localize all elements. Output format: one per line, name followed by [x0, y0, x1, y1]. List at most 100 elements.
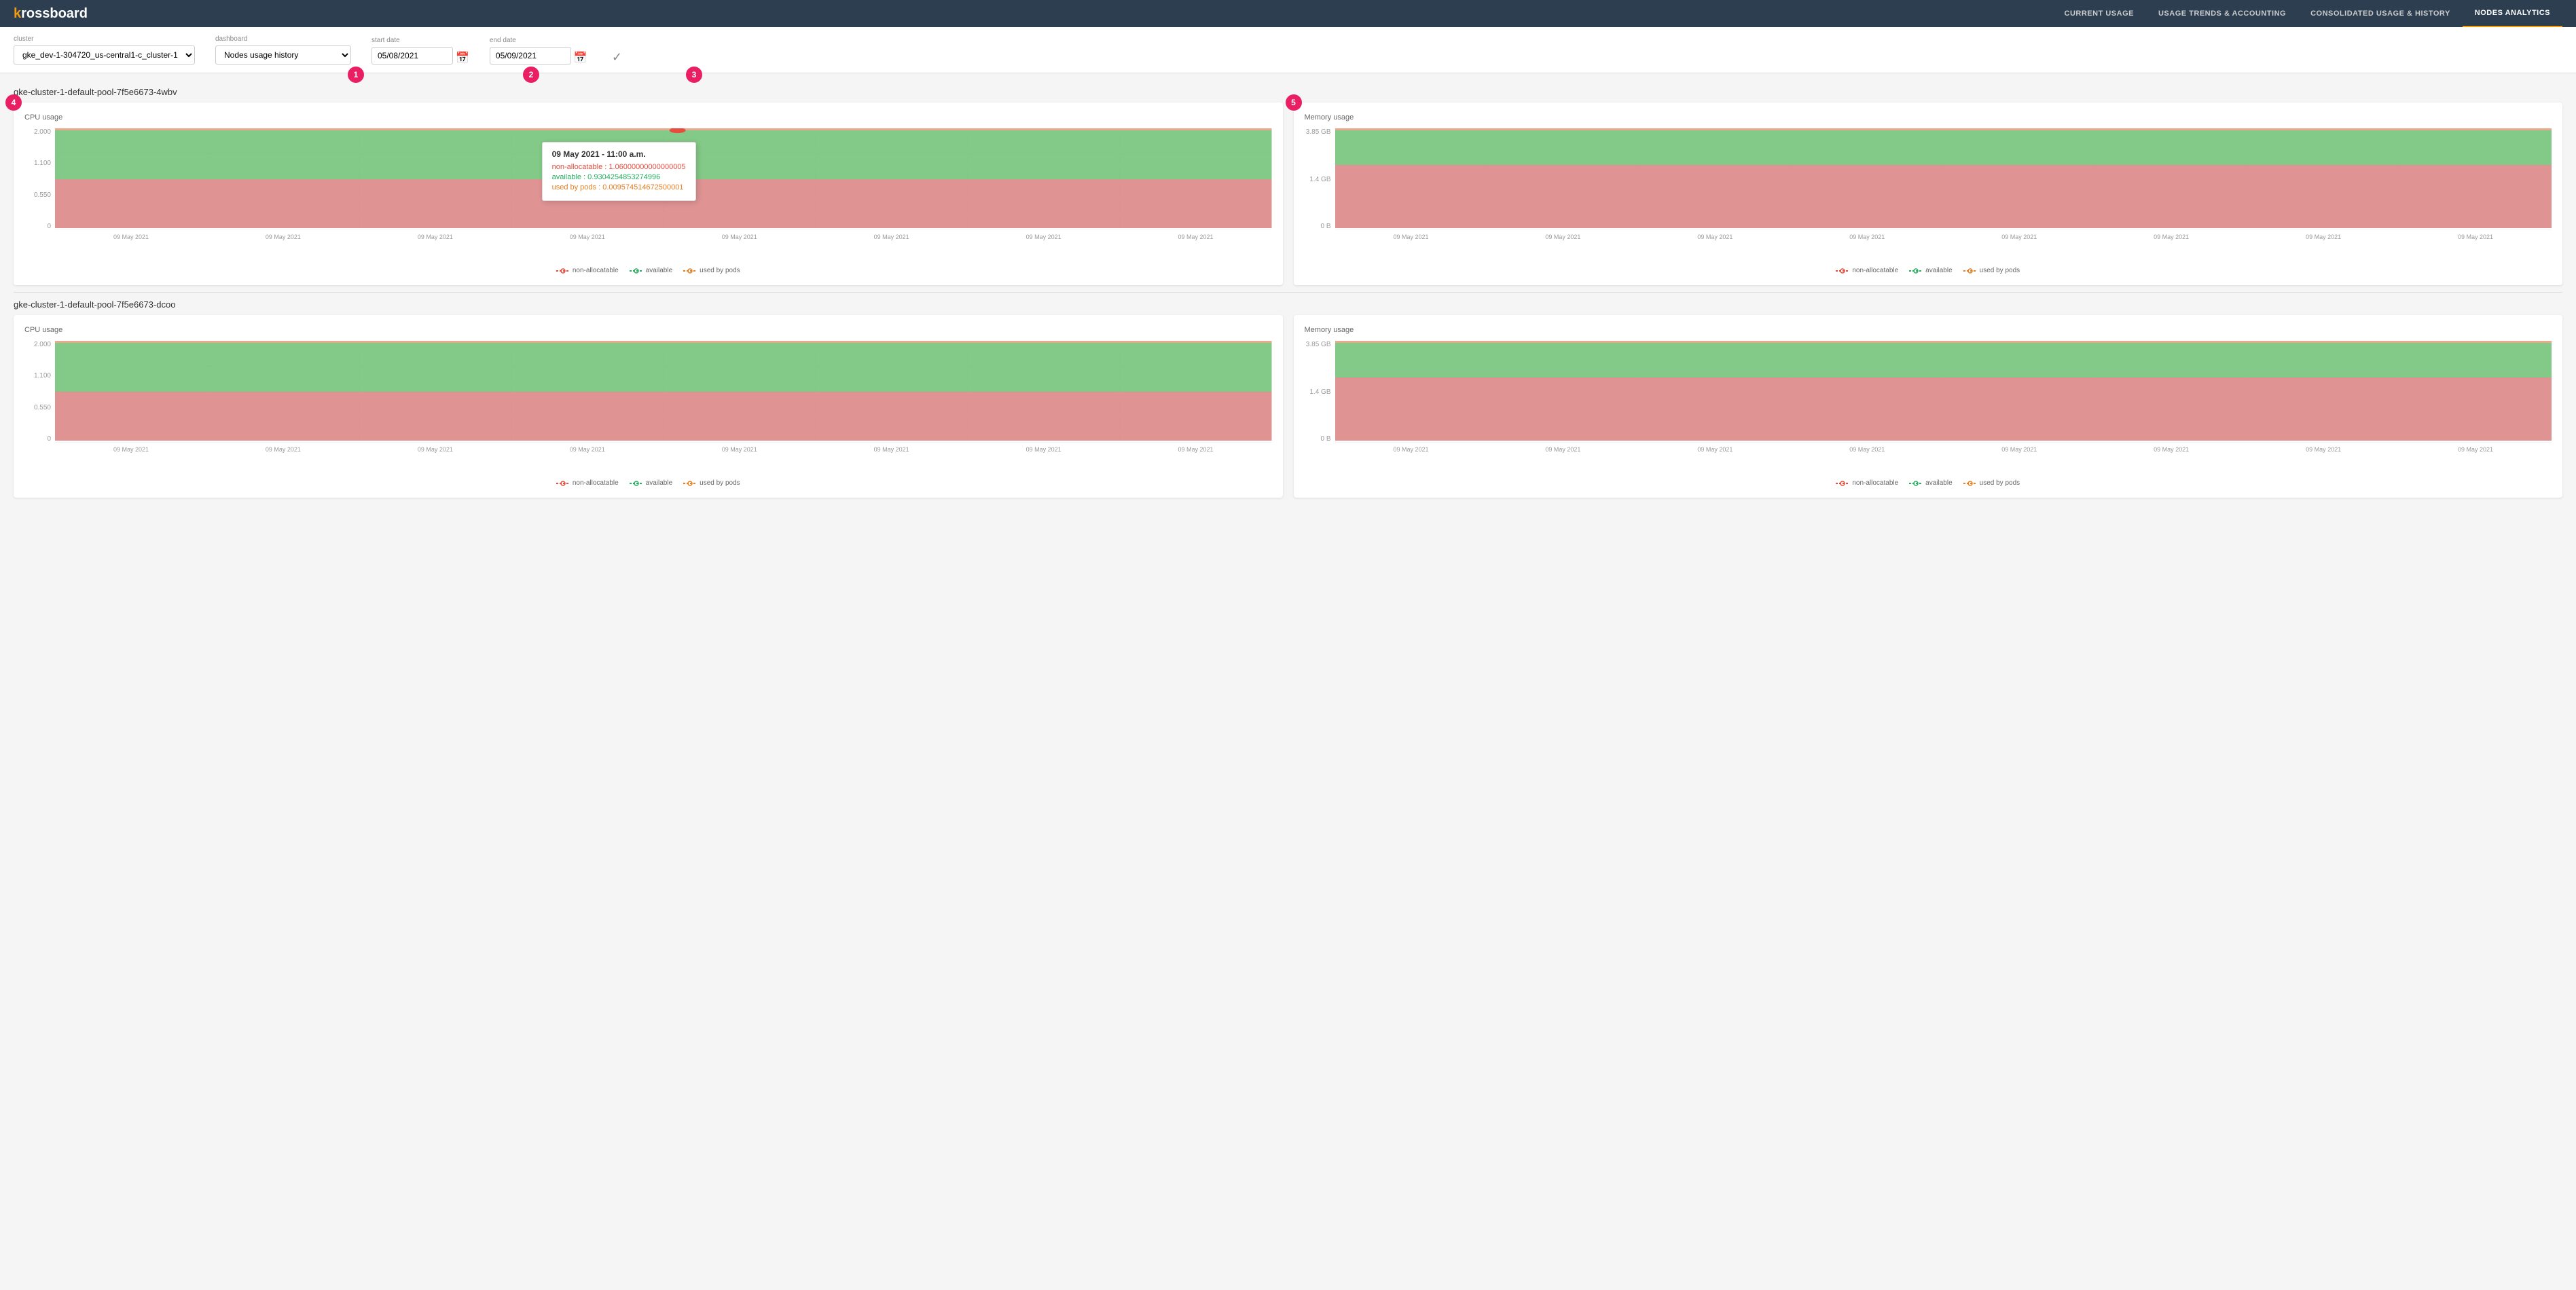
- x-label: 09 May 2021: [2154, 446, 2189, 453]
- node-2-cpu-plot: [55, 341, 1272, 443]
- legend-available-icon: [1909, 268, 1923, 274]
- x-label: 09 May 2021: [1849, 446, 1885, 453]
- legend-available-icon: [630, 481, 643, 486]
- legend-used-by-pods-label: used by pods: [700, 479, 740, 487]
- y-label: 0.550: [34, 191, 51, 199]
- start-date-input[interactable]: [371, 47, 453, 64]
- x-label: 09 May 2021: [2154, 234, 2189, 240]
- x-label: 09 May 2021: [570, 234, 605, 240]
- logo-k: k: [14, 6, 21, 22]
- node-1-cpu-card: 4 CPU usage 2.000 1.100 0.550 0: [14, 103, 1283, 285]
- legend-used-by-pods: used by pods: [683, 479, 740, 487]
- cluster-filter: cluster gke_dev-1-304720_us-central1-c_c…: [14, 35, 195, 64]
- cluster-label: cluster: [14, 35, 195, 43]
- tooltip-used-by-pods: used by pods : 0.009574514672500001: [552, 183, 686, 191]
- end-date-input[interactable]: [490, 47, 571, 64]
- node-2-cpu-svg: [55, 341, 1272, 443]
- x-label: 09 May 2021: [874, 446, 909, 453]
- legend-used-by-pods-label: used by pods: [700, 267, 740, 274]
- legend-used-by-pods-icon: [683, 268, 697, 274]
- node-2-memory-svg: [1335, 341, 2552, 443]
- legend-available: available: [630, 479, 672, 487]
- legend-non-allocatable-icon: [556, 481, 570, 486]
- cluster-select[interactable]: gke_dev-1-304720_us-central1-c_cluster-1: [14, 45, 195, 64]
- node-2-memory-card: Memory usage 3.85 GB 1.4 GB 0 B: [1294, 315, 2563, 498]
- nav-current-usage[interactable]: CURRENT USAGE: [2052, 0, 2146, 27]
- node-1-memory-title: Memory usage: [1305, 113, 2552, 122]
- legend-available-label: available: [646, 267, 672, 274]
- x-label: 09 May 2021: [722, 446, 757, 453]
- x-label: 09 May 2021: [722, 234, 757, 240]
- legend-used-by-pods-label: used by pods: [1980, 267, 2020, 274]
- node-2-memory-area: 3.85 GB 1.4 GB 0 B: [1305, 341, 2552, 456]
- node-1-memory-plot: [1335, 128, 2552, 230]
- node-2-cpu-title: CPU usage: [24, 326, 1272, 334]
- y-label: 0: [47, 223, 51, 230]
- node-2-cpu-chart: 2.000 1.100 0.550 0: [24, 341, 1272, 477]
- node-2-memory-chart: 3.85 GB 1.4 GB 0 B: [1305, 341, 2552, 477]
- x-label: 09 May 2021: [1697, 446, 1733, 453]
- end-date-calendar-icon[interactable]: 📅: [574, 51, 587, 64]
- legend-non-allocatable-icon: [1836, 268, 1849, 274]
- section-divider: [14, 292, 2562, 293]
- y-label: 1.100: [34, 160, 51, 167]
- x-label: 09 May 2021: [570, 446, 605, 453]
- y-label: 2.000: [34, 128, 51, 136]
- x-label: 09 May 2021: [1393, 446, 1428, 453]
- confirm-button[interactable]: ✓: [612, 50, 622, 64]
- legend-used-by-pods-icon: [683, 481, 697, 486]
- legend-non-allocatable-label: non-allocatable: [1852, 479, 1898, 487]
- legend-available: available: [1909, 267, 1952, 274]
- node-1-memory-area: 3.85 GB 1.4 GB 0 B: [1305, 128, 2552, 244]
- node-1-cpu-area: 2.000 1.100 0.550 0: [24, 128, 1272, 244]
- node-1-cpu-chart: 2.000 1.100 0.550 0: [24, 128, 1272, 264]
- legend-available-icon: [1909, 481, 1923, 486]
- nav-nodes-analytics[interactable]: NODES ANALYTICS: [2463, 0, 2562, 27]
- step-badge-2: 2: [523, 67, 539, 83]
- y-label: 3.85 GB: [1306, 341, 1331, 348]
- legend-non-allocatable: non-allocatable: [556, 479, 619, 487]
- node-section-1: gke-cluster-1-default-pool-7f5e6673-4wbv…: [14, 87, 2562, 285]
- start-date-label: start date: [371, 37, 469, 44]
- node-1-cpu-plot: 09 May 2021 - 11:00 a.m. non-allocatable…: [55, 128, 1272, 230]
- node-1-charts: 4 CPU usage 2.000 1.100 0.550 0: [14, 103, 2562, 285]
- main-content: gke-cluster-1-default-pool-7f5e6673-4wbv…: [0, 73, 2576, 511]
- nav-usage-trends[interactable]: USAGE TRENDS & ACCOUNTING: [2146, 0, 2298, 27]
- cpu-tooltip: 09 May 2021 - 11:00 a.m. non-allocatable…: [542, 142, 696, 201]
- dashboard-filter: dashboard Nodes usage history: [215, 35, 351, 64]
- legend-available: available: [1909, 479, 1952, 487]
- node-1-memory-legend: non-allocatable available: [1305, 267, 2552, 274]
- tooltip-non-allocatable: non-allocatable : 1.06000000000000005: [552, 163, 686, 171]
- x-label: 09 May 2021: [2306, 446, 2341, 453]
- node-1-cpu-legend: non-allocatable available: [24, 267, 1272, 274]
- legend-used-by-pods-icon: [1963, 268, 1977, 274]
- x-label: 09 May 2021: [1026, 234, 1062, 240]
- legend-non-allocatable-icon: [556, 268, 570, 274]
- y-label: 3.85 GB: [1306, 128, 1331, 136]
- x-label: 09 May 2021: [266, 446, 301, 453]
- legend-non-allocatable: non-allocatable: [556, 267, 619, 274]
- step-badge-5: 5: [1286, 94, 1302, 111]
- x-label: 09 May 2021: [2458, 446, 2493, 453]
- node-1-memory-x-axis: 09 May 2021 09 May 2021 09 May 2021 09 M…: [1335, 230, 2552, 244]
- dashboard-select[interactable]: Nodes usage history: [215, 45, 351, 64]
- start-date-filter: start date 📅: [371, 37, 469, 64]
- node-2-title: gke-cluster-1-default-pool-7f5e6673-dcoo: [14, 299, 2562, 310]
- start-date-calendar-icon[interactable]: 📅: [456, 51, 469, 64]
- y-label: 1.4 GB: [1309, 176, 1330, 183]
- node-2-cpu-legend: non-allocatable available: [24, 479, 1272, 487]
- step-badge-3: 3: [686, 67, 702, 83]
- legend-available-label: available: [646, 479, 672, 487]
- node-2-cpu-y-axis: 2.000 1.100 0.550 0: [24, 341, 55, 443]
- x-label: 09 May 2021: [113, 446, 149, 453]
- dashboard-label: dashboard: [215, 35, 351, 43]
- legend-non-allocatable-label: non-allocatable: [1852, 267, 1898, 274]
- node-1-memory-card: 5 Memory usage 3.85 GB 1.4 GB 0 B: [1294, 103, 2563, 285]
- logo: krossboard: [14, 6, 88, 22]
- x-label: 09 May 2021: [1545, 446, 1580, 453]
- node-2-cpu-card: CPU usage 2.000 1.100 0.550 0: [14, 315, 1283, 498]
- nav-consolidated[interactable]: CONSOLIDATED USAGE & HISTORY: [2298, 0, 2463, 27]
- legend-available-label: available: [1925, 479, 1952, 487]
- legend-used-by-pods-label: used by pods: [1980, 479, 2020, 487]
- navbar: krossboard CURRENT USAGE USAGE TRENDS & …: [0, 0, 2576, 27]
